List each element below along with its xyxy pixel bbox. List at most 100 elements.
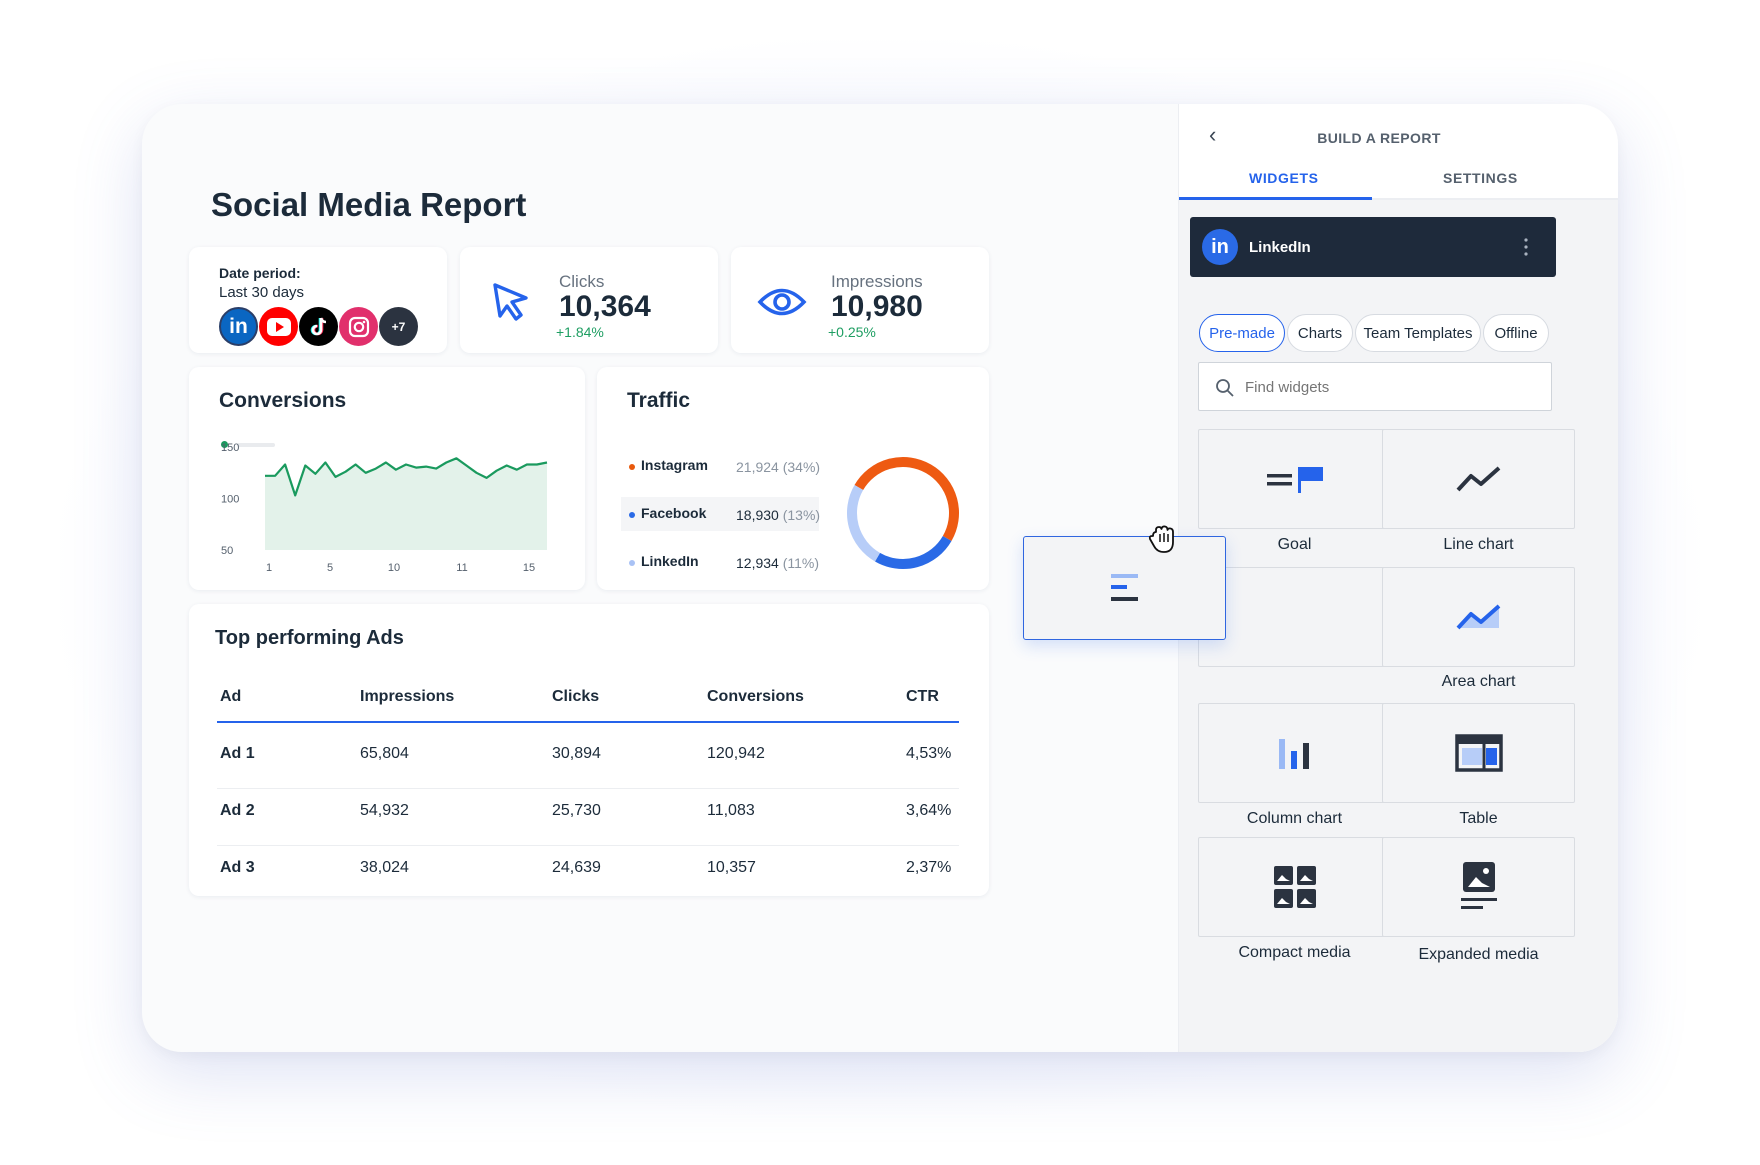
search-icon [1216, 379, 1234, 397]
donut-slice-instagram[interactable] [854, 457, 959, 541]
dragged-widget[interactable] [1023, 536, 1226, 640]
widget-text-slot[interactable] [1198, 567, 1391, 667]
widget-table-label: Table [1459, 810, 1498, 827]
conversions-card: Conversions 150 100 50 1 5 10 11 15 [189, 367, 585, 590]
col-impressions[interactable]: Impressions [360, 688, 454, 706]
table-cell: 4,53% [906, 745, 952, 762]
traffic-value-number: 21,924 [736, 459, 779, 475]
tab-settings[interactable]: SETTINGS [1443, 170, 1518, 186]
widget-area-chart[interactable] [1382, 567, 1575, 667]
traffic-value-percent: (11%) [782, 555, 820, 571]
traffic-legend-dot [629, 512, 635, 518]
cursor-icon [490, 281, 532, 328]
widget-compact-media[interactable] [1198, 837, 1391, 937]
widget-table[interactable] [1382, 703, 1575, 803]
table-cell: 25,730 [552, 802, 601, 819]
ads-table-title: Top performing Ads [215, 627, 404, 649]
table-row[interactable]: Ad 1 65,804 30,894 120,942 4,53% [217, 725, 959, 789]
x-tick-label: 1 [266, 562, 272, 574]
ads-table-card: Top performing Ads Ad Impressions Clicks… [189, 604, 989, 896]
donut-slice-facebook[interactable] [875, 535, 952, 569]
widget-goal-label: Goal [1277, 536, 1312, 553]
widget-line-chart[interactable] [1382, 429, 1575, 529]
table-cell: 38,024 [360, 859, 409, 876]
traffic-title: Traffic [627, 389, 691, 412]
traffic-value-number: 12,934 [736, 555, 779, 571]
table-cell: Ad 3 [220, 859, 255, 876]
table-cell: 30,894 [552, 745, 601, 762]
filter-team-templates[interactable]: Team Templates [1355, 314, 1481, 352]
widget-compact-media-label: Compact media [1238, 944, 1351, 961]
grab-hand-cursor [1146, 522, 1180, 561]
area-chart-icon [1456, 604, 1500, 630]
traffic-source-value: 12,934 (11%) [736, 555, 819, 571]
widget-column-chart[interactable] [1198, 703, 1391, 803]
x-tick-label: 10 [388, 562, 400, 574]
filter-offline[interactable]: Offline [1483, 314, 1549, 352]
traffic-source-value: 21,924 (34%) [736, 459, 820, 475]
search-input[interactable] [1245, 373, 1535, 401]
col-ctr[interactable]: CTR [906, 688, 939, 706]
traffic-value-number: 18,930 [736, 507, 779, 523]
traffic-value-percent: (34%) [782, 459, 821, 475]
table-cell: 11,083 [707, 802, 755, 819]
filter-charts[interactable]: Charts [1287, 314, 1353, 352]
table-cell: 24,639 [552, 859, 601, 876]
traffic-legend-dot [629, 464, 635, 470]
date-period-card: Date period: Last 30 days in +7 [189, 247, 447, 353]
x-tick-label: 11 [456, 562, 467, 574]
col-clicks[interactable]: Clicks [552, 688, 599, 706]
linkedin-icon[interactable]: in [219, 307, 258, 346]
col-ad[interactable]: Ad [220, 688, 241, 706]
table-cell: 65,804 [360, 745, 409, 762]
table-cell: 2,37% [906, 859, 952, 876]
table-row[interactable]: Ad 3 38,024 24,639 10,357 2,37% [217, 839, 959, 903]
impressions-delta: +0.25% [828, 324, 876, 340]
instagram-icon[interactable] [339, 307, 378, 346]
search-box[interactable] [1198, 362, 1552, 411]
traffic-value-percent: (13%) [782, 507, 821, 523]
table-icon [1454, 734, 1503, 772]
clicks-label: Clicks [559, 272, 605, 291]
widget-expanded-media-label: Expanded media [1418, 946, 1539, 963]
impressions-value: 10,980 [831, 290, 923, 323]
widget-expanded-media[interactable] [1382, 837, 1575, 937]
table-cell: 54,932 [360, 802, 409, 819]
goal-icon [1266, 467, 1323, 493]
clicks-delta: +1.84% [556, 324, 604, 340]
widget-line-chart-label: Line chart [1443, 536, 1514, 553]
table-header: Ad Impressions Clicks Conversions CTR [217, 684, 959, 724]
y-tick-label: 50 [221, 545, 233, 557]
traffic-source-value: 18,930 (13%) [736, 507, 820, 523]
page-title: Social Media Report [211, 186, 527, 223]
traffic-card: Traffic Instagram 21,924 (34%) Facebook 18,… [597, 367, 989, 590]
conversions-area [265, 458, 547, 550]
date-value: Last 30 days [219, 284, 305, 301]
panel-title: BUILD A REPORT [1317, 130, 1441, 146]
more-options-icon[interactable] [1524, 237, 1528, 257]
clicks-card: Clicks 10,364 +1.84% [460, 247, 718, 353]
widget-goal[interactable] [1198, 429, 1391, 529]
table-row[interactable]: Ad 2 54,932 25,730 11,083 3,64% [217, 782, 959, 846]
clicks-value: 10,364 [559, 290, 651, 323]
traffic-source-name: Facebook [641, 505, 707, 521]
y-tick-label: 100 [221, 494, 239, 506]
compact-media-icon [1273, 866, 1316, 908]
col-conversions[interactable]: Conversions [707, 688, 804, 706]
youtube-icon[interactable] [259, 307, 298, 346]
line-chart-icon [1456, 466, 1500, 492]
build-report-panel: ‹ BUILD A REPORT WIDGETS SETTINGS in Lin… [1178, 104, 1618, 1052]
conversions-chart: 150100501 5 10 11 15 [221, 442, 548, 574]
app-window: Social Media Report Date period: Last 30… [142, 104, 1618, 1052]
tiktok-icon[interactable] [299, 307, 338, 346]
more-networks-badge[interactable]: +7 [379, 307, 418, 346]
traffic-legend-dot [629, 560, 635, 566]
source-selector[interactable]: in LinkedIn [1190, 217, 1556, 277]
table-cell: Ad 2 [220, 802, 255, 819]
filter-pre-made[interactable]: Pre-made [1199, 314, 1285, 352]
traffic-source-name: Instagram [641, 457, 708, 473]
column-chart-icon [1278, 739, 1309, 769]
tab-widgets[interactable]: WIDGETS [1249, 170, 1319, 186]
widget-column-chart-label: Column chart [1246, 810, 1343, 827]
donut-slice-linkedin[interactable] [847, 485, 881, 562]
